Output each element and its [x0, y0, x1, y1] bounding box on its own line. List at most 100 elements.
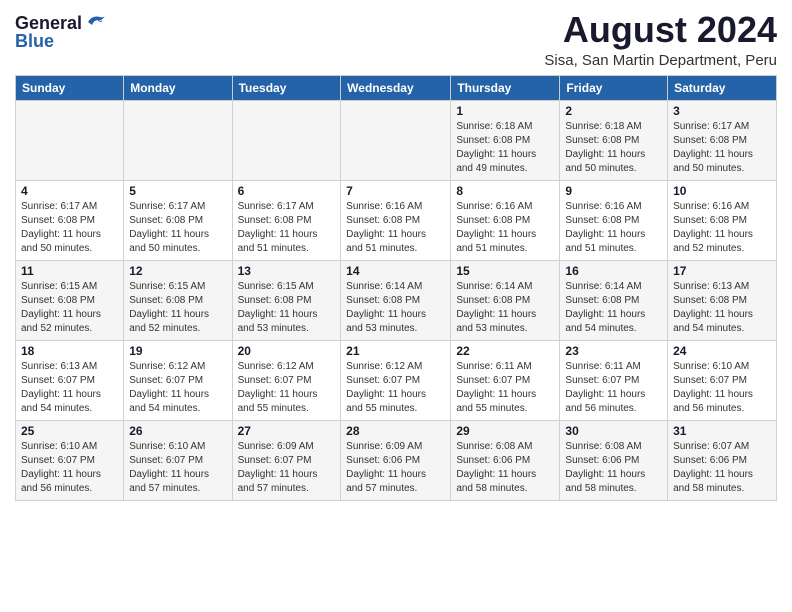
- day-info: Sunrise: 6:15 AM Sunset: 6:08 PM Dayligh…: [238, 280, 336, 336]
- day-number: 21: [346, 344, 445, 358]
- calendar-cell: 20 Sunrise: 6:12 AM Sunset: 6:07 PM Dayli…: [232, 340, 341, 420]
- day-number: 31: [673, 424, 771, 438]
- logo-bird-icon: [84, 13, 106, 31]
- weekday-header-wednesday: Wednesday: [341, 75, 451, 100]
- calendar-cell: 31 Sunrise: 6:07 AM Sunset: 6:06 PM Dayli…: [668, 420, 777, 500]
- day-number: 17: [673, 264, 771, 278]
- logo-general-text: General: [15, 14, 82, 32]
- day-info: Sunrise: 6:15 AM Sunset: 6:08 PM Dayligh…: [21, 280, 118, 336]
- day-number: 28: [346, 424, 445, 438]
- calendar-cell: 15 Sunrise: 6:14 AM Sunset: 6:08 PM Dayli…: [451, 260, 560, 340]
- day-number: 15: [456, 264, 554, 278]
- day-info: Sunrise: 6:07 AM Sunset: 6:06 PM Dayligh…: [673, 440, 771, 496]
- calendar-cell: 19 Sunrise: 6:12 AM Sunset: 6:07 PM Dayli…: [124, 340, 232, 420]
- calendar-cell: 16 Sunrise: 6:14 AM Sunset: 6:08 PM Dayli…: [560, 260, 668, 340]
- day-number: 24: [673, 344, 771, 358]
- day-info: Sunrise: 6:13 AM Sunset: 6:07 PM Dayligh…: [21, 360, 118, 416]
- calendar-cell: 11 Sunrise: 6:15 AM Sunset: 6:08 PM Dayli…: [16, 260, 124, 340]
- calendar-cell: 26 Sunrise: 6:10 AM Sunset: 6:07 PM Dayli…: [124, 420, 232, 500]
- day-number: 3: [673, 104, 771, 118]
- day-number: 19: [129, 344, 226, 358]
- day-number: 16: [565, 264, 662, 278]
- calendar-cell: 29 Sunrise: 6:08 AM Sunset: 6:06 PM Dayli…: [451, 420, 560, 500]
- day-info: Sunrise: 6:09 AM Sunset: 6:06 PM Dayligh…: [346, 440, 445, 496]
- weekday-header-sunday: Sunday: [16, 75, 124, 100]
- day-info: Sunrise: 6:12 AM Sunset: 6:07 PM Dayligh…: [238, 360, 336, 416]
- weekday-header-saturday: Saturday: [668, 75, 777, 100]
- weekday-header-thursday: Thursday: [451, 75, 560, 100]
- calendar-cell: [124, 100, 232, 180]
- day-info: Sunrise: 6:10 AM Sunset: 6:07 PM Dayligh…: [21, 440, 118, 496]
- day-number: 8: [456, 184, 554, 198]
- day-info: Sunrise: 6:11 AM Sunset: 6:07 PM Dayligh…: [456, 360, 554, 416]
- day-info: Sunrise: 6:18 AM Sunset: 6:08 PM Dayligh…: [456, 120, 554, 176]
- weekday-header-tuesday: Tuesday: [232, 75, 341, 100]
- calendar-cell: 9 Sunrise: 6:16 AM Sunset: 6:08 PM Daylig…: [560, 180, 668, 260]
- day-info: Sunrise: 6:09 AM Sunset: 6:07 PM Dayligh…: [238, 440, 336, 496]
- day-number: 12: [129, 264, 226, 278]
- day-number: 20: [238, 344, 336, 358]
- day-info: Sunrise: 6:08 AM Sunset: 6:06 PM Dayligh…: [456, 440, 554, 496]
- calendar-cell: 6Sunrise: 6:17 AM Sunset: 6:08 PM Daylig…: [232, 180, 341, 260]
- day-number: 26: [129, 424, 226, 438]
- calendar-cell: 24 Sunrise: 6:10 AM Sunset: 6:07 PM Dayli…: [668, 340, 777, 420]
- calendar-table: SundayMondayTuesdayWednesdayThursdayFrid…: [15, 75, 777, 501]
- logo-blue-text: Blue: [15, 32, 54, 50]
- calendar-cell: 18 Sunrise: 6:13 AM Sunset: 6:07 PM Dayli…: [16, 340, 124, 420]
- day-number: 22: [456, 344, 554, 358]
- day-info: Sunrise: 6:10 AM Sunset: 6:07 PM Dayligh…: [129, 440, 226, 496]
- day-info: Sunrise: 6:14 AM Sunset: 6:08 PM Dayligh…: [456, 280, 554, 336]
- day-info: Sunrise: 6:12 AM Sunset: 6:07 PM Dayligh…: [346, 360, 445, 416]
- page-header: General Blue August 2024 Sisa, San Marti…: [15, 10, 777, 69]
- calendar-cell: 22 Sunrise: 6:11 AM Sunset: 6:07 PM Dayli…: [451, 340, 560, 420]
- location-subtitle: Sisa, San Martin Department, Peru: [544, 52, 777, 69]
- day-info: Sunrise: 6:16 AM Sunset: 6:08 PM Dayligh…: [673, 200, 771, 256]
- day-number: 11: [21, 264, 118, 278]
- calendar-cell: 21 Sunrise: 6:12 AM Sunset: 6:07 PM Dayli…: [341, 340, 451, 420]
- day-info: Sunrise: 6:12 AM Sunset: 6:07 PM Dayligh…: [129, 360, 226, 416]
- calendar-cell: 7 Sunrise: 6:16 AM Sunset: 6:08 PM Daylig…: [341, 180, 451, 260]
- calendar-week-row: 1 Sunrise: 6:18 AM Sunset: 6:08 PM Daylig…: [16, 100, 777, 180]
- calendar-cell: [16, 100, 124, 180]
- day-number: 14: [346, 264, 445, 278]
- day-info: Sunrise: 6:13 AM Sunset: 6:08 PM Dayligh…: [673, 280, 771, 336]
- day-info: Sunrise: 6:14 AM Sunset: 6:08 PM Dayligh…: [346, 280, 445, 336]
- weekday-header-friday: Friday: [560, 75, 668, 100]
- calendar-cell: 8Sunrise: 6:16 AM Sunset: 6:08 PM Daylig…: [451, 180, 560, 260]
- day-info: Sunrise: 6:17 AM Sunset: 6:08 PM Dayligh…: [238, 200, 336, 256]
- calendar-cell: 25Sunrise: 6:10 AM Sunset: 6:07 PM Dayli…: [16, 420, 124, 500]
- day-info: Sunrise: 6:14 AM Sunset: 6:08 PM Dayligh…: [565, 280, 662, 336]
- day-info: Sunrise: 6:10 AM Sunset: 6:07 PM Dayligh…: [673, 360, 771, 416]
- day-number: 5: [129, 184, 226, 198]
- day-info: Sunrise: 6:15 AM Sunset: 6:08 PM Dayligh…: [129, 280, 226, 336]
- day-info: Sunrise: 6:08 AM Sunset: 6:06 PM Dayligh…: [565, 440, 662, 496]
- day-info: Sunrise: 6:16 AM Sunset: 6:08 PM Dayligh…: [346, 200, 445, 256]
- title-block: August 2024 Sisa, San Martin Department,…: [544, 10, 777, 69]
- day-number: 13: [238, 264, 336, 278]
- day-info: Sunrise: 6:17 AM Sunset: 6:08 PM Dayligh…: [129, 200, 226, 256]
- calendar-week-row: 18 Sunrise: 6:13 AM Sunset: 6:07 PM Dayli…: [16, 340, 777, 420]
- calendar-cell: 4Sunrise: 6:17 AM Sunset: 6:08 PM Daylig…: [16, 180, 124, 260]
- day-number: 23: [565, 344, 662, 358]
- calendar-cell: [341, 100, 451, 180]
- day-number: 27: [238, 424, 336, 438]
- calendar-cell: 28 Sunrise: 6:09 AM Sunset: 6:06 PM Dayli…: [341, 420, 451, 500]
- day-info: Sunrise: 6:16 AM Sunset: 6:08 PM Dayligh…: [565, 200, 662, 256]
- logo: General Blue: [15, 14, 106, 50]
- day-number: 7: [346, 184, 445, 198]
- calendar-cell: 17 Sunrise: 6:13 AM Sunset: 6:08 PM Dayli…: [668, 260, 777, 340]
- day-number: 1: [456, 104, 554, 118]
- calendar-cell: 3Sunrise: 6:17 AM Sunset: 6:08 PM Daylig…: [668, 100, 777, 180]
- day-number: 10: [673, 184, 771, 198]
- day-number: 2: [565, 104, 662, 118]
- calendar-cell: 5 Sunrise: 6:17 AM Sunset: 6:08 PM Daylig…: [124, 180, 232, 260]
- day-number: 9: [565, 184, 662, 198]
- day-number: 18: [21, 344, 118, 358]
- day-number: 30: [565, 424, 662, 438]
- day-number: 4: [21, 184, 118, 198]
- calendar-week-row: 11 Sunrise: 6:15 AM Sunset: 6:08 PM Dayli…: [16, 260, 777, 340]
- calendar-week-row: 25Sunrise: 6:10 AM Sunset: 6:07 PM Dayli…: [16, 420, 777, 500]
- calendar-cell: 1 Sunrise: 6:18 AM Sunset: 6:08 PM Daylig…: [451, 100, 560, 180]
- calendar-cell: 10 Sunrise: 6:16 AM Sunset: 6:08 PM Dayli…: [668, 180, 777, 260]
- day-number: 29: [456, 424, 554, 438]
